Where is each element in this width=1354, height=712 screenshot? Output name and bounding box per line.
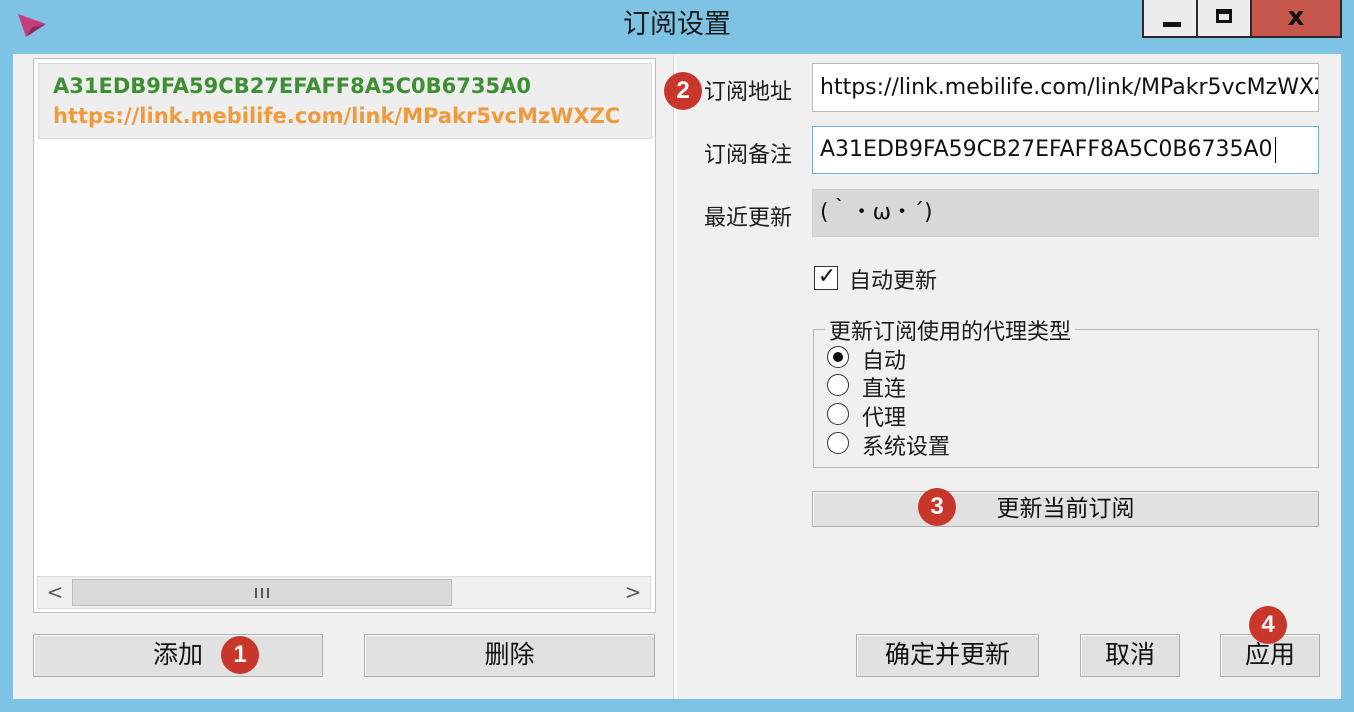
radio-system[interactable] <box>827 432 849 454</box>
paper-plane-icon <box>18 14 46 37</box>
auto-update-label: 自动更新 <box>849 269 938 294</box>
step-badge-4: 4 <box>1249 606 1287 644</box>
scroll-thumb[interactable] <box>72 579 452 606</box>
text-caret <box>1274 137 1276 163</box>
url-field[interactable]: https://link.mebilife.com/link/MPakr5vcM… <box>812 63 1319 112</box>
delete-button[interactable]: 删除 <box>364 634 655 677</box>
scroll-left-icon[interactable]: < <box>38 577 72 608</box>
list-item-remark: A31EDB9FA59CB27EFAFF8A5C0B6735A0 <box>53 74 531 98</box>
confirm-update-button[interactable]: 确定并更新 <box>856 634 1039 677</box>
last-update-field: (｀・ω・´) <box>812 189 1319 237</box>
cancel-button[interactable]: 取消 <box>1080 634 1180 677</box>
proxy-type-group-title: 更新订阅使用的代理类型 <box>825 314 1076 346</box>
subscription-list[interactable] <box>33 58 656 613</box>
maximize-icon <box>1216 9 1232 23</box>
update-current-button[interactable]: 更新当前订阅 <box>812 491 1319 527</box>
auto-update-checkbox[interactable]: ✓ <box>814 264 838 290</box>
scroll-right-icon[interactable]: > <box>616 577 650 608</box>
radio-label-direct: 直连 <box>862 377 907 402</box>
remark-label: 订阅备注 <box>704 143 793 168</box>
remark-field-text: A31EDB9FA59CB27EFAFF8A5C0B6735A0 <box>820 137 1273 162</box>
minimize-icon <box>1163 22 1181 27</box>
panel-divider <box>673 54 676 699</box>
url-label: 订阅地址 <box>704 80 793 105</box>
radio-selected-dot <box>833 352 843 362</box>
horizontal-scrollbar[interactable]: < > <box>37 576 651 609</box>
close-icon: x <box>1287 2 1305 32</box>
radio-label-system: 系统设置 <box>862 435 951 460</box>
minimize-button[interactable] <box>1142 0 1198 38</box>
radio-direct[interactable] <box>827 374 849 396</box>
radio-auto[interactable] <box>827 346 849 368</box>
close-button[interactable]: x <box>1250 0 1342 38</box>
add-button[interactable]: 添加 <box>33 634 323 677</box>
maximize-button[interactable] <box>1196 0 1252 38</box>
step-badge-2: 2 <box>664 72 702 110</box>
checkmark-icon: ✓ <box>817 264 837 289</box>
last-update-label: 最近更新 <box>704 206 793 231</box>
list-item[interactable]: A31EDB9FA59CB27EFAFF8A5C0B6735A0 https:/… <box>38 63 652 139</box>
radio-label-proxy: 代理 <box>862 406 907 431</box>
list-item-url: https://link.mebilife.com/link/MPakr5vcM… <box>53 104 621 128</box>
remark-field[interactable]: A31EDB9FA59CB27EFAFF8A5C0B6735A0 <box>812 126 1319 174</box>
grip-icon <box>255 588 269 598</box>
step-badge-1: 1 <box>221 636 259 674</box>
step-badge-3: 3 <box>918 488 956 526</box>
radio-proxy[interactable] <box>827 403 849 425</box>
